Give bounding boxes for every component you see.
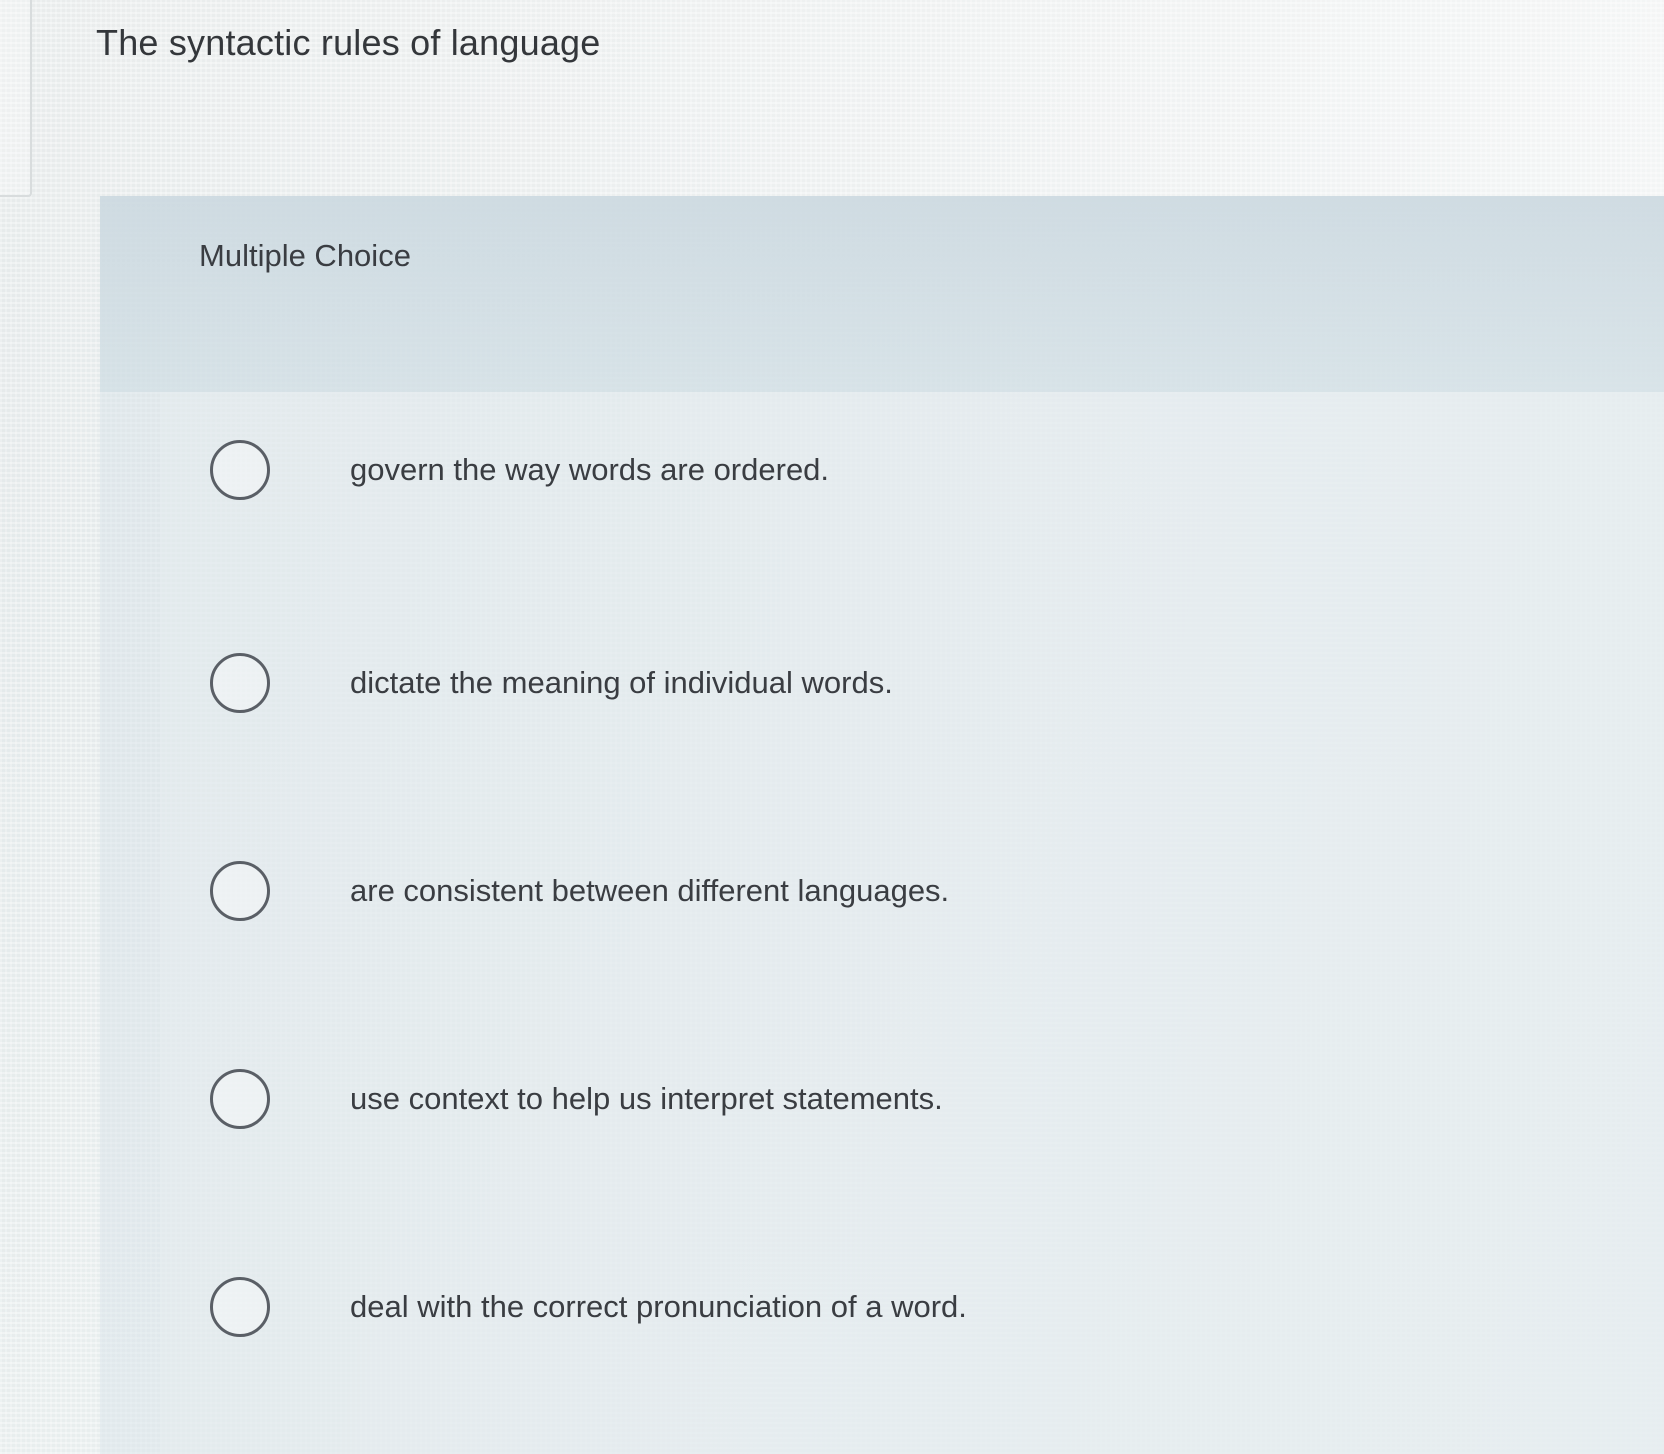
answer-option-5[interactable]: deal with the correct pronunciation of a…	[210, 1267, 1510, 1347]
answer-option-3[interactable]: are consistent between different languag…	[210, 851, 1510, 931]
radio-button[interactable]	[210, 861, 270, 921]
panel-header	[100, 196, 1664, 392]
radio-button[interactable]	[210, 440, 270, 500]
radio-button[interactable]	[210, 653, 270, 713]
radio-button[interactable]	[210, 1069, 270, 1129]
radio-button[interactable]	[210, 1277, 270, 1337]
left-panel-edge	[0, 0, 32, 197]
answer-option-label: are consistent between different languag…	[350, 873, 950, 908]
answer-option-2[interactable]: dictate the meaning of individual words.	[210, 643, 1510, 723]
question-type-label: Multiple Choice	[199, 238, 411, 273]
answer-option-4[interactable]: use context to help us interpret stateme…	[210, 1059, 1510, 1139]
answer-option-label: deal with the correct pronunciation of a…	[350, 1289, 967, 1324]
answer-option-1[interactable]: govern the way words are ordered.	[210, 430, 1510, 510]
answer-option-label: use context to help us interpret stateme…	[350, 1081, 943, 1116]
answer-option-label: dictate the meaning of individual words.	[350, 665, 893, 700]
question-prompt: The syntactic rules of language	[96, 22, 601, 63]
answer-option-label: govern the way words are ordered.	[350, 452, 830, 487]
